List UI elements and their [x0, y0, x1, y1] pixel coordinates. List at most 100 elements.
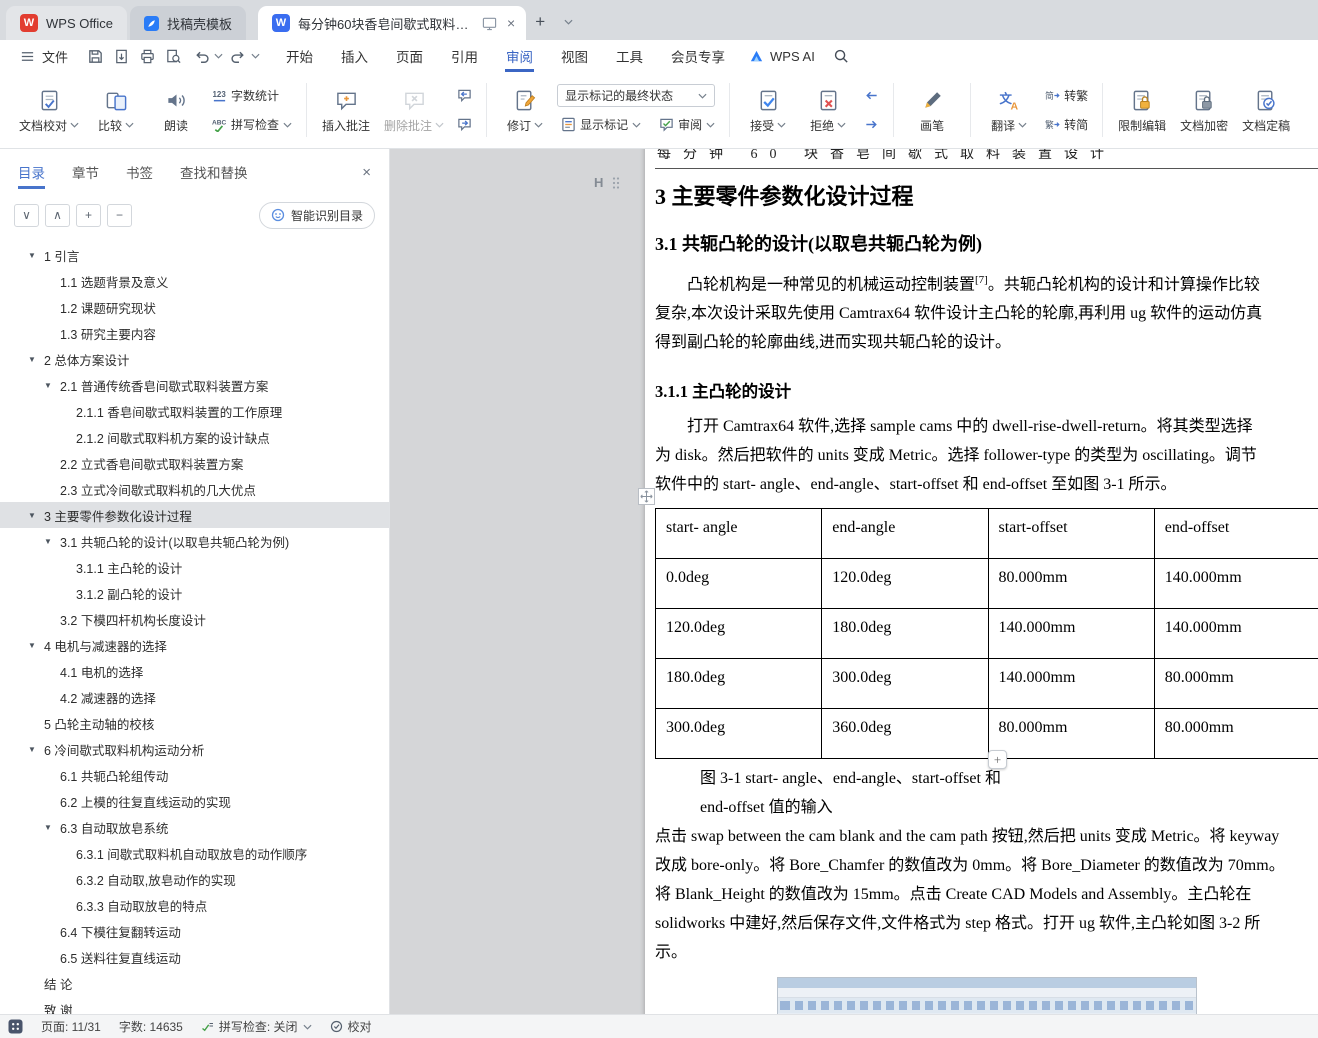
document-canvas[interactable]: H 每分钟 60 块香皂间歇式取料装置设计 3 主要零件参数化设计过程 3.1 … [390, 149, 1318, 1014]
outline-item[interactable]: 6.3.1 间歇式取料机自动取放皂的动作顺序 [0, 840, 389, 866]
close-sidebar-icon[interactable]: × [362, 164, 371, 181]
outline-item[interactable]: 1.2 课题研究现状 [0, 294, 389, 320]
spell-check-button[interactable]: ABC 拼写检查 [208, 113, 296, 136]
outline-item[interactable]: ▼ 3 主要零件参数化设计过程 [0, 502, 389, 528]
outline-item[interactable]: 2.1.2 间歇式取料机方案的设计缺点 [0, 424, 389, 450]
doc-paragraph-1[interactable]: 凸轮机构是一种常见的机械运动控制装置[7]。共轭凸轮机构的设计和计算操作比较 复… [655, 266, 1318, 357]
heading-mark[interactable]: H [594, 175, 603, 190]
embedded-figure-solidworks-preview[interactable] [777, 977, 1197, 1014]
outline-item[interactable]: ▼ 6 冷间歇式取料机构运动分析 [0, 736, 389, 762]
table-cell[interactable]: 140.000mm [1153, 608, 1318, 660]
outline-item[interactable]: 2.2 立式香皂间歇式取料装置方案 [0, 450, 389, 476]
file-menu-button[interactable]: 文件 [12, 43, 76, 69]
outline-item[interactable]: 6.1 共轭凸轮组传动 [0, 762, 389, 788]
outline-item[interactable]: ▼ 3.1 共轭凸轮的设计(以取皂共轭凸轮为例) [0, 528, 389, 554]
table-cell[interactable]: 300.0deg [821, 658, 989, 710]
track-changes-button[interactable]: 修订 [497, 78, 553, 142]
accept-change-button[interactable]: 接受 [740, 78, 796, 142]
tab-document-active[interactable]: W 每分钟60块香皂间歇式取料装... × [257, 6, 527, 40]
doc-heading-2[interactable]: 3.1 共轭凸轮的设计(以取皂共轭凸轮为例) [655, 230, 1318, 256]
outline-item[interactable]: ▼ 6.3 自动取放皂系统 [0, 814, 389, 840]
search-icon[interactable] [829, 43, 855, 69]
outline-item[interactable]: 6.2 上模的往复直线运动的实现 [0, 788, 389, 814]
page-indicator[interactable]: 页面: 11/31 [41, 1018, 101, 1035]
translate-button[interactable]: 文A 翻译 [981, 78, 1037, 142]
collapse-triangle-icon[interactable]: ▼ [44, 381, 60, 390]
table-move-handle-icon[interactable] [638, 488, 655, 506]
word-count-indicator[interactable]: 字数: 14635 [119, 1018, 183, 1035]
menu-item[interactable]: 页面 [382, 40, 437, 72]
print-preview-button[interactable] [160, 43, 186, 69]
menu-item[interactable]: 插入 [327, 40, 382, 72]
table-cell[interactable]: 140.000mm [1153, 558, 1318, 610]
outline-item[interactable]: 4.1 电机的选择 [0, 658, 389, 684]
outline-item[interactable]: ▼ 2 总体方案设计 [0, 346, 389, 372]
outline-item[interactable]: ▼ 2.1 普通传统香皂间歇式取料装置方案 [0, 372, 389, 398]
print-button[interactable] [134, 43, 160, 69]
outline-item[interactable]: 6.3.3 自动取放皂的特点 [0, 892, 389, 918]
collapse-triangle-icon[interactable]: ▼ [28, 745, 44, 754]
table-cell[interactable]: 80.000mm [987, 558, 1155, 610]
spellcheck-status[interactable]: 拼写检查: 关闭 [201, 1018, 312, 1035]
table-header-cell[interactable]: end-offset [1153, 508, 1318, 560]
drag-handle-icon[interactable] [611, 176, 621, 190]
collapse-triangle-icon[interactable]: ▼ [28, 511, 44, 520]
previous-change-icon[interactable] [860, 84, 883, 107]
table-cell[interactable]: 360.0deg [821, 708, 989, 760]
doc-proofread-button[interactable]: 文档校对 [14, 78, 84, 142]
redo-dropdown-icon[interactable] [251, 53, 260, 59]
menu-item[interactable]: 引用 [437, 40, 492, 72]
wps-ai-button[interactable]: WPS AI [749, 49, 815, 64]
restrict-editing-button[interactable]: 限制编辑 [1113, 78, 1171, 142]
to-simplified-button[interactable]: 繁 转简 [1041, 113, 1092, 136]
undo-button[interactable] [188, 43, 214, 69]
table-cell[interactable]: 180.0deg [654, 658, 823, 710]
table-cell[interactable]: 180.0deg [821, 608, 989, 660]
table-header-cell[interactable]: end-angle [821, 508, 989, 560]
outline-item[interactable]: 5 凸轮主动轴的校核 [0, 710, 389, 736]
outline-item[interactable]: 6.4 下模往复翻转运动 [0, 918, 389, 944]
table-cell[interactable]: 120.0deg [654, 608, 823, 660]
tab-wps-office[interactable]: W WPS Office [6, 6, 127, 40]
export-pdf-button[interactable] [108, 43, 134, 69]
add-table-row-button[interactable]: + [988, 750, 1007, 770]
doc-heading-1[interactable]: 3 主要零件参数化设计过程 [655, 179, 1318, 211]
figure-caption[interactable]: 图 3-1 start- angle、end-angle、start-offse… [700, 764, 1318, 822]
collapse-triangle-icon[interactable]: ▼ [44, 823, 60, 832]
outline-item[interactable]: 3.2 下模四杆机构长度设计 [0, 606, 389, 632]
finalize-document-button[interactable]: 文档定稿 [1237, 78, 1295, 142]
collapse-triangle-icon[interactable]: ▼ [28, 251, 44, 260]
tab-list-dropdown-icon[interactable] [554, 7, 582, 37]
outline-item[interactable]: 3.1.1 主凸轮的设计 [0, 554, 389, 580]
collapse-triangle-icon[interactable]: ▼ [28, 355, 44, 364]
doc-paragraph-2[interactable]: 打开 Camtrax64 软件,选择 sample cams 中的 dwell-… [655, 412, 1318, 499]
doc-paragraph-3[interactable]: 点击 swap between the cam blank and the ca… [655, 822, 1318, 967]
outline-item[interactable]: 1.1 选题背景及意义 [0, 268, 389, 294]
smart-toc-button[interactable]: 智能识别目录 [258, 201, 375, 229]
sidebar-tab[interactable]: 章节 [72, 149, 99, 195]
previous-comment-icon[interactable] [453, 84, 476, 107]
outline-item[interactable]: ▼ 4 电机与减速器的选择 [0, 632, 389, 658]
proofread-status[interactable]: 校对 [330, 1018, 372, 1035]
table-cell[interactable]: 120.0deg [821, 558, 989, 610]
outline-item[interactable]: 2.1.1 香皂间歇式取料装置的工作原理 [0, 398, 389, 424]
close-tab-icon[interactable]: × [505, 15, 517, 31]
zoom-out-outline-button[interactable]: − [107, 203, 132, 227]
undo-dropdown-icon[interactable] [214, 53, 223, 59]
collapse-all-button[interactable]: ∨ [14, 203, 39, 227]
delete-comment-button[interactable]: 删除批注 [379, 78, 449, 142]
word-count-button[interactable]: 123 字数统计 [208, 84, 283, 107]
table-cell[interactable]: 80.000mm [987, 708, 1155, 760]
presentation-monitor-icon[interactable] [482, 16, 497, 31]
table-header-cell[interactable]: start-offset [987, 508, 1155, 560]
doc-heading-3[interactable]: 3.1.1 主凸轮的设计 [655, 378, 1318, 402]
outline-item[interactable]: 3.1.2 副凸轮的设计 [0, 580, 389, 606]
next-comment-icon[interactable] [453, 113, 476, 136]
zoom-in-outline-button[interactable]: + [76, 203, 101, 227]
table-cell[interactable]: 80.000mm [1153, 658, 1318, 710]
collapse-triangle-icon[interactable]: ▼ [44, 537, 60, 546]
outline-item[interactable]: 结 论 [0, 970, 389, 996]
encrypt-document-button[interactable]: 文档加密 [1175, 78, 1233, 142]
next-change-icon[interactable] [860, 113, 883, 136]
read-aloud-button[interactable]: 朗读 [148, 78, 204, 142]
